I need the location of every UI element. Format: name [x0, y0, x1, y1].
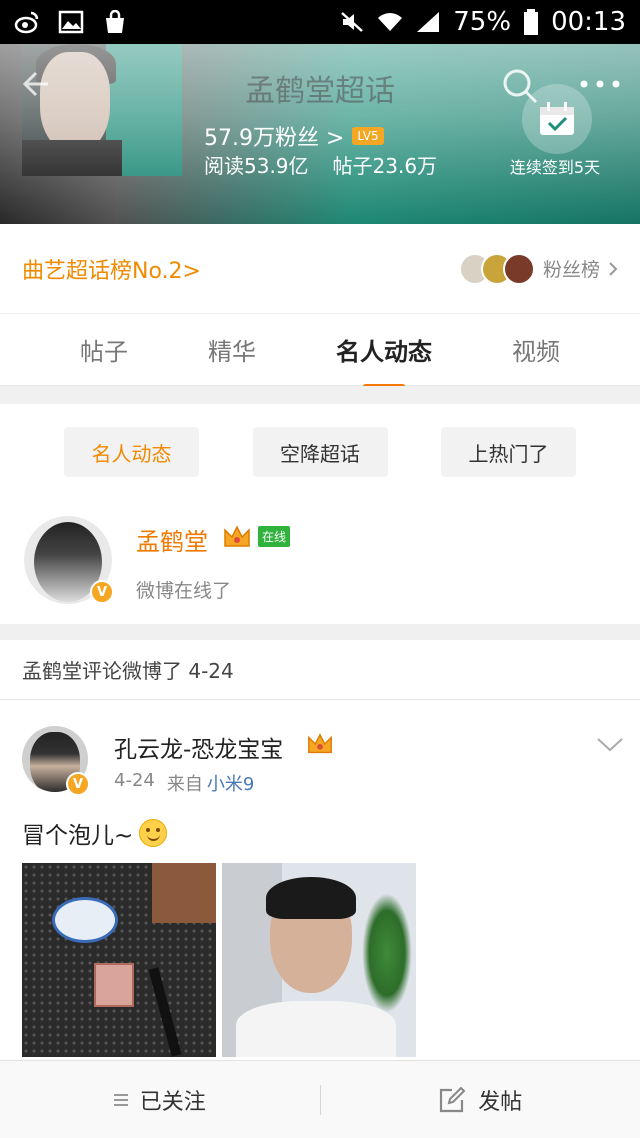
weibo-notification-icon — [14, 11, 39, 34]
followed-button[interactable]: 已关注 — [0, 1061, 320, 1138]
post-text-content: 冒个泡儿~ — [22, 823, 134, 849]
post-source-prefix: 来自 — [166, 774, 203, 795]
more-options-icon[interactable] — [578, 76, 622, 92]
filter-trending-button[interactable]: 上热门了 — [441, 427, 576, 477]
checkin-label[interactable]: 连续签到5天 — [500, 154, 610, 178]
compose-icon — [440, 1086, 466, 1112]
filter-celebrity-news-button[interactable]: 名人动态 — [64, 427, 199, 477]
crown-icon — [224, 525, 250, 547]
activity-header: 孟鹤堂评论微博了 4-24 — [0, 640, 640, 700]
post-date: 4-24 — [114, 770, 155, 791]
filter-buttons: 名人动态 空降超话 上热门了 — [0, 404, 640, 500]
verified-badge-icon: V — [90, 580, 114, 604]
tab-video[interactable]: 视频 — [512, 324, 560, 375]
signal-icon — [417, 12, 440, 32]
topic-stats: 阅读53.9亿 帖子23.6万 — [204, 150, 437, 179]
read-count: 阅读53.9亿 — [204, 154, 309, 178]
clock: 00:13 — [551, 7, 626, 37]
section-divider — [0, 386, 640, 404]
followed-label: 已关注 — [139, 1089, 206, 1115]
wifi-icon — [378, 13, 403, 31]
compose-label: 发帖 — [478, 1089, 523, 1115]
status-bar: 75% 00:13 — [0, 0, 640, 44]
post-image-2[interactable] — [222, 863, 416, 1057]
post-author-name[interactable]: 孔云龙-恐龙宝宝 — [114, 730, 283, 764]
celebrity-status: 微博在线了 — [136, 580, 232, 602]
topic-header: 孟鹤堂超话 57.9万粉丝 > LV5 阅读53.9亿 帖子23.6万 连续签到… — [0, 44, 640, 224]
bottom-action-bar: 已关注 发帖 — [0, 1060, 640, 1138]
category-rank[interactable]: 曲艺超话榜No.2> — [22, 253, 201, 285]
post-text: 冒个泡儿~ — [22, 816, 168, 850]
list-icon — [113, 1093, 128, 1106]
fan-rank-label: 粉丝榜 — [542, 259, 600, 281]
tab-bar: 帖子 精华 名人动态 视频 — [0, 314, 640, 389]
post-meta: 4-24 来自 小米9 — [114, 770, 254, 796]
fan-avatars — [458, 252, 535, 285]
filter-airdrop-button[interactable]: 空降超话 — [252, 427, 388, 477]
activity-text: 孟鹤堂评论微博了 4-24 — [22, 659, 234, 683]
status-right: 75% 00:13 — [339, 7, 626, 37]
smile-emoji-icon — [139, 819, 168, 847]
crown-icon — [308, 733, 332, 754]
level-badge: LV5 — [352, 127, 384, 145]
online-badge: 在线 — [258, 526, 291, 547]
celebrity-card[interactable]: V 孟鹤堂 在线 微博在线了 — [0, 500, 640, 624]
post-card[interactable]: V 孔云龙-恐龙宝宝 4-24 来自 小米9 冒个泡儿~ — [0, 700, 640, 1060]
fans-count-text: 57.9万粉丝 > — [204, 126, 345, 151]
section-divider — [0, 624, 640, 640]
fan-avatar — [502, 252, 535, 285]
tab-celebrity-news[interactable]: 名人动态 — [336, 324, 432, 389]
fans-count[interactable]: 57.9万粉丝 > LV5 — [204, 120, 384, 152]
post-device[interactable]: 小米9 — [207, 770, 254, 796]
compose-post-button[interactable]: 发帖 — [321, 1061, 640, 1138]
chevron-down-icon[interactable] — [596, 736, 624, 754]
post-image-1[interactable] — [22, 863, 216, 1057]
battery-percent: 75% — [453, 7, 512, 37]
checkin-calendar-icon[interactable] — [522, 84, 592, 154]
tab-featured[interactable]: 精华 — [208, 324, 256, 375]
shopping-bag-icon — [106, 10, 124, 33]
tab-posts[interactable]: 帖子 — [80, 324, 128, 375]
mute-icon — [341, 12, 364, 32]
status-left — [14, 10, 128, 34]
battery-icon — [524, 9, 539, 35]
fan-rank-entry[interactable]: 粉丝榜 — [458, 252, 618, 285]
ranking-row[interactable]: 曲艺超话榜No.2> 粉丝榜 — [0, 224, 640, 314]
chevron-right-icon — [609, 261, 618, 276]
post-count: 帖子23.6万 — [332, 154, 438, 178]
image-notification-icon — [58, 10, 84, 34]
verified-badge-icon: V — [66, 772, 90, 796]
celebrity-name[interactable]: 孟鹤堂 — [136, 522, 208, 557]
